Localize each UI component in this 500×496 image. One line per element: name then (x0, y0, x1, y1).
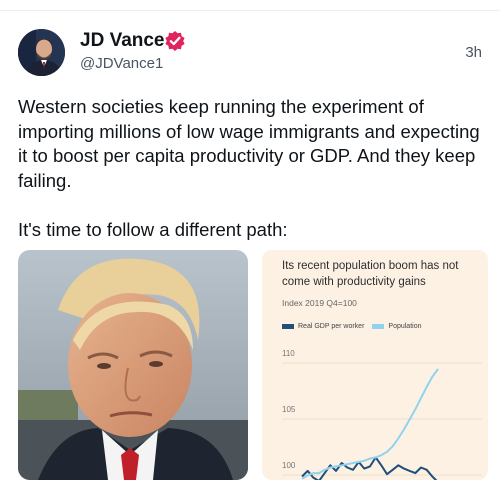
chart-plot-area (282, 362, 482, 480)
timestamp[interactable]: 3h (465, 44, 482, 61)
series-line-population (301, 368, 439, 480)
series-line-gdp-per-worker (301, 456, 438, 480)
tweet-paragraph: Western societies keep running the exper… (18, 96, 480, 191)
tweet-text: Western societies keep running the exper… (18, 95, 488, 242)
media-photo[interactable] (18, 250, 248, 480)
top-divider (0, 10, 500, 11)
media-chart[interactable]: Its recent population boom has not come … (262, 250, 488, 480)
tweet-paragraph: It's time to follow a different path: (18, 218, 288, 240)
author-handle[interactable]: @JDVance1 (80, 55, 163, 72)
verified-badge-icon (165, 31, 185, 51)
avatar[interactable] (18, 29, 65, 76)
author-name[interactable]: JD Vance (80, 30, 165, 52)
